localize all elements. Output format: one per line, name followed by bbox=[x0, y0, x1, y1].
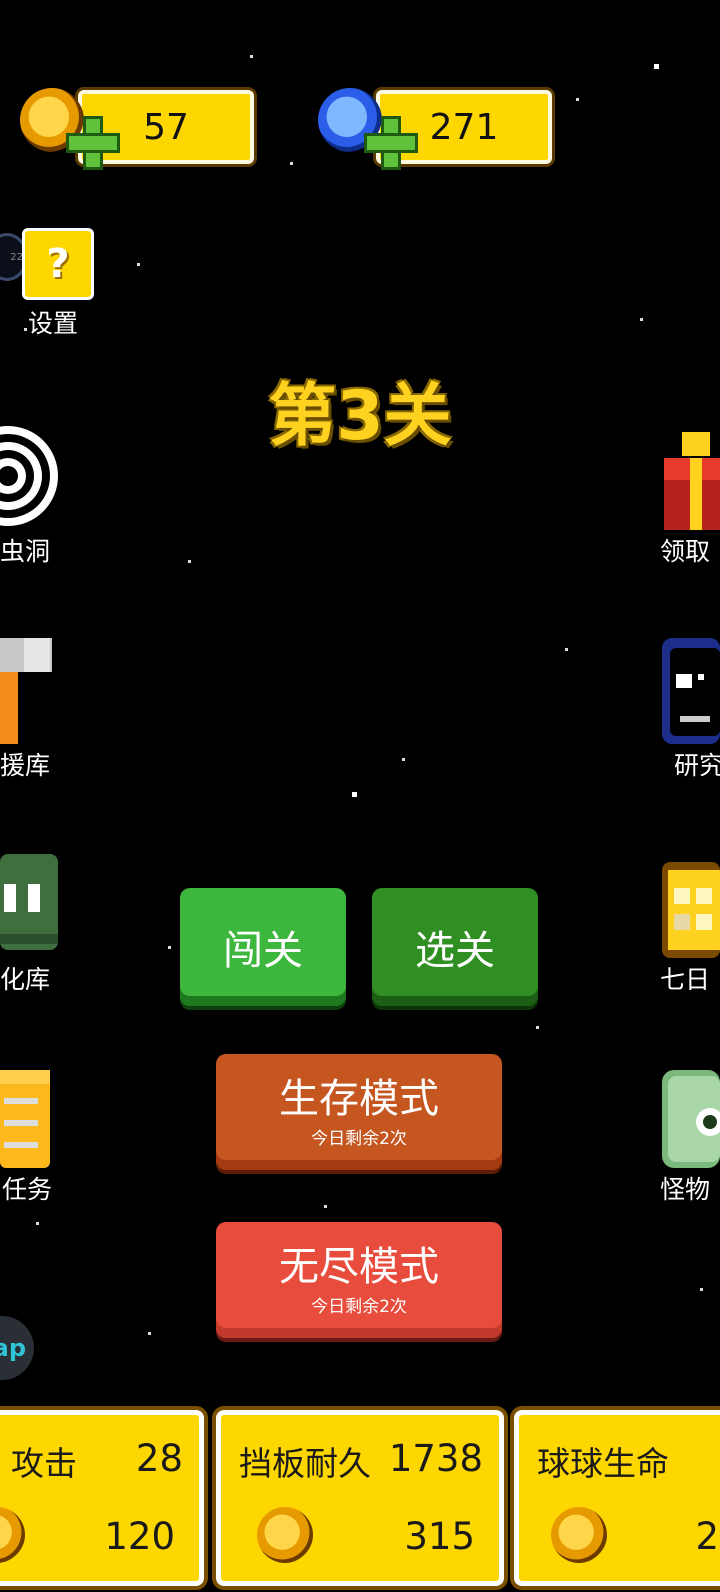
settings-button[interactable]: ? bbox=[22, 228, 94, 300]
left-menu-label-wormhole: 虫洞 bbox=[0, 537, 51, 566]
scroll-icon[interactable] bbox=[0, 1066, 52, 1172]
left-menu-label-tasks: 任务 bbox=[2, 1175, 53, 1204]
upgrade-title: 攻击 bbox=[11, 1444, 77, 1483]
question-icon: ? bbox=[46, 241, 70, 287]
coin-icon bbox=[551, 1507, 607, 1563]
calendar-icon[interactable] bbox=[660, 852, 720, 960]
add-gold-icon[interactable] bbox=[64, 114, 122, 172]
left-menu-label-evolution: 化库 bbox=[0, 965, 51, 994]
endless-mode-label: 无尽模式 bbox=[279, 1243, 439, 1290]
right-menu-label-seven-day: 七日 bbox=[660, 965, 711, 994]
survival-mode-label: 生存模式 bbox=[279, 1075, 439, 1122]
settings-label: 设置 bbox=[28, 309, 79, 338]
select-level-button[interactable]: 选关 bbox=[372, 888, 538, 1006]
upgrade-cost: 2 bbox=[695, 1515, 719, 1558]
upgrade-cost: 315 bbox=[404, 1515, 475, 1558]
gem-currency[interactable]: 271 bbox=[318, 88, 562, 170]
upgrade-card-ball-life[interactable]: 球球生命 2 bbox=[514, 1410, 720, 1586]
hammer-icon[interactable] bbox=[0, 636, 52, 746]
monster-icon[interactable] bbox=[660, 1066, 720, 1172]
upgrade-title: 挡板耐久 bbox=[239, 1444, 371, 1483]
upgrade-value: 1738 bbox=[388, 1437, 483, 1480]
upgrade-card-attack[interactable]: 攻击 28 120 bbox=[0, 1410, 204, 1586]
right-menu-label-monster: 怪物 bbox=[660, 1175, 711, 1204]
coin-icon bbox=[257, 1507, 313, 1563]
gift-icon[interactable] bbox=[664, 428, 720, 532]
slime-icon[interactable] bbox=[0, 850, 58, 958]
right-menu-label-research: 研究 bbox=[674, 751, 720, 780]
endless-remaining: 今日剩余2次 bbox=[311, 1296, 407, 1317]
level-title: 第3关 bbox=[268, 377, 452, 456]
challenge-button[interactable]: 闯关 bbox=[180, 888, 346, 1006]
survival-remaining: 今日剩余2次 bbox=[311, 1128, 407, 1149]
endless-mode-button[interactable]: 无尽模式 今日剩余2次 bbox=[216, 1222, 502, 1338]
wormhole-icon[interactable] bbox=[0, 420, 60, 532]
left-menu-label-armory: 援库 bbox=[0, 751, 51, 780]
floating-assistant-button[interactable]: ap bbox=[0, 1316, 34, 1380]
monitor-icon[interactable] bbox=[660, 636, 720, 746]
upgrade-card-paddle[interactable]: 挡板耐久 1738 315 bbox=[216, 1410, 504, 1586]
upgrade-value: 28 bbox=[135, 1437, 183, 1480]
gold-currency[interactable]: 57 bbox=[20, 88, 262, 170]
upgrade-cost: 120 bbox=[104, 1515, 175, 1558]
survival-mode-button[interactable]: 生存模式 今日剩余2次 bbox=[216, 1054, 502, 1170]
right-menu-label-claim: 领取 bbox=[660, 537, 711, 566]
coin-icon bbox=[0, 1507, 25, 1563]
add-gem-icon[interactable] bbox=[362, 114, 420, 172]
upgrade-title: 球球生命 bbox=[537, 1444, 669, 1483]
